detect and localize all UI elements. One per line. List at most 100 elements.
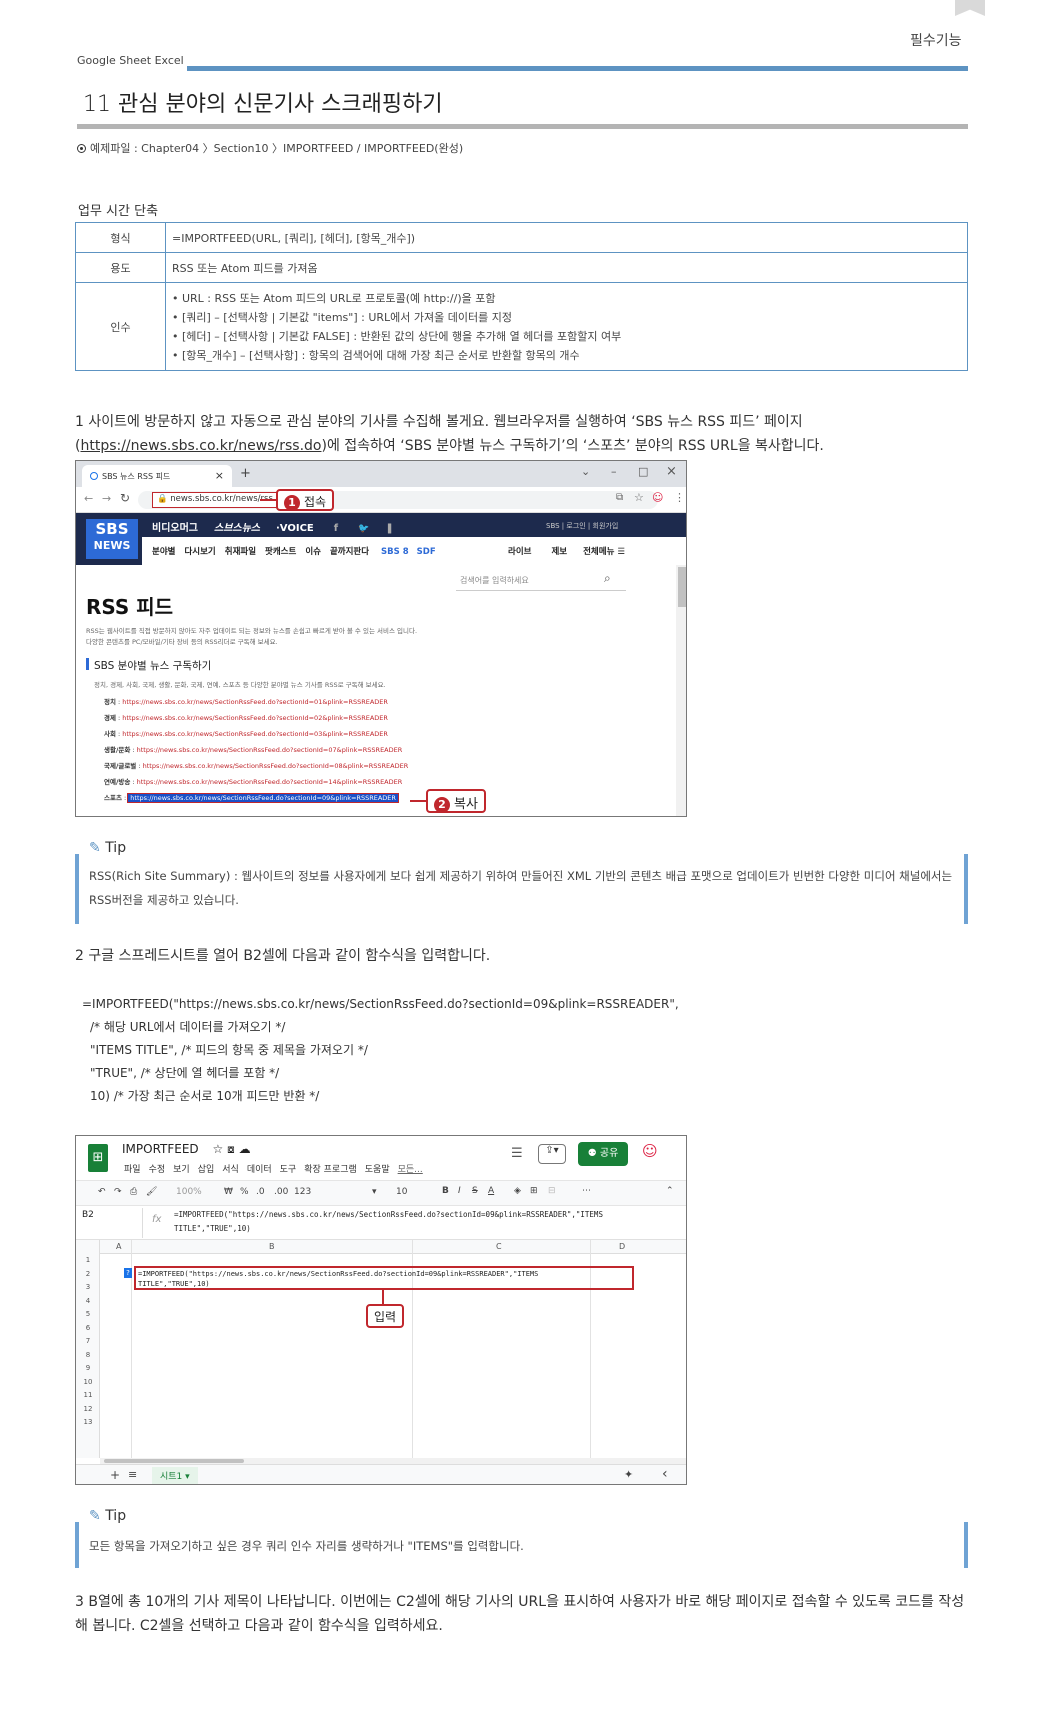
minimize-icon[interactable]: –	[611, 465, 617, 478]
report-link[interactable]: 제보	[551, 547, 567, 557]
row-header[interactable]: 11	[78, 1389, 98, 1403]
cloud-icon[interactable]: ☁	[239, 1142, 251, 1156]
collapse-icon[interactable]: ‹	[662, 1466, 668, 1482]
row-header[interactable]: 13	[78, 1416, 98, 1430]
italic-icon[interactable]: I	[458, 1186, 461, 1196]
search-input[interactable]: 검색어를 입력하세요	[456, 571, 626, 591]
nav-item[interactable]: 분야별	[152, 547, 175, 557]
column-header[interactable]: C	[496, 1242, 502, 1251]
name-box[interactable]: B2	[82, 1210, 94, 1220]
fill-color-icon[interactable]: ◈	[514, 1186, 521, 1196]
doc-title[interactable]: IMPORTFEED ☆ ⧇ ☁	[122, 1142, 251, 1157]
column-header[interactable]: D	[619, 1242, 625, 1251]
undo-icon[interactable]: ↶	[98, 1187, 106, 1197]
row-header[interactable]: 4	[78, 1295, 98, 1309]
borders-icon[interactable]: ⊞	[530, 1186, 538, 1196]
bold-icon[interactable]: B	[442, 1186, 449, 1196]
text-color-icon[interactable]: A	[488, 1186, 494, 1196]
nav-item[interactable]: 비디오머그	[152, 523, 198, 534]
rss-link[interactable]: https://news.sbs.co.kr/news/rss.do	[80, 438, 321, 454]
menu-icon[interactable]: ⋮	[674, 491, 685, 504]
comment-icon[interactable]: ☰	[511, 1146, 523, 1161]
more-formats[interactable]: 123	[294, 1187, 311, 1197]
browser-tab[interactable]: SBS 뉴스 RSS 피드 ×	[82, 465, 232, 487]
feed-url[interactable]: https://news.sbs.co.kr/news/SectionRssFe…	[137, 778, 403, 786]
print-icon[interactable]: ⎙	[130, 1187, 137, 1197]
sheet-tab[interactable]: 시트1 ▾	[152, 1467, 198, 1484]
feed-url-selected[interactable]: https://news.sbs.co.kr/news/SectionRssFe…	[127, 793, 399, 803]
chevron-up-icon[interactable]: ⌃	[666, 1186, 674, 1196]
decrease-decimal[interactable]: .0	[256, 1187, 265, 1197]
avatar[interactable]: ☺	[642, 1142, 658, 1160]
feed-url[interactable]: https://news.sbs.co.kr/news/SectionRssFe…	[122, 730, 388, 738]
menu-item[interactable]: 보기	[173, 1165, 190, 1175]
nav-item[interactable]: 끝까지판다	[330, 547, 369, 557]
zoom-select[interactable]: 100%	[176, 1187, 202, 1197]
row-header[interactable]: 10	[78, 1376, 98, 1390]
explore-icon[interactable]: ✦	[624, 1468, 633, 1481]
move-icon[interactable]: ⧇	[227, 1142, 235, 1156]
forward-icon[interactable]: →	[102, 492, 111, 505]
cell-b2-editor[interactable]: =IMPORTFEED("https://news.sbs.co.kr/news…	[134, 1266, 634, 1290]
all-menu-link[interactable]: 전체메뉴	[583, 547, 614, 557]
column-header[interactable]: B	[269, 1242, 275, 1251]
close-window-icon[interactable]: ×	[666, 464, 677, 479]
star-icon[interactable]: ☆	[634, 491, 644, 504]
feed-url[interactable]: https://news.sbs.co.kr/news/SectionRssFe…	[137, 746, 403, 754]
back-icon[interactable]: ←	[84, 492, 93, 505]
feed-url[interactable]: https://news.sbs.co.kr/news/SectionRssFe…	[122, 698, 388, 706]
column-header[interactable]: A	[116, 1242, 121, 1251]
reload-icon[interactable]: ↻	[120, 491, 130, 505]
feed-url[interactable]: https://news.sbs.co.kr/news/SectionRssFe…	[122, 714, 388, 722]
twitter-icon[interactable]: 🐦	[358, 524, 369, 534]
row-header[interactable]: 9	[78, 1362, 98, 1376]
nav-item[interactable]: 팟캐스트	[265, 547, 296, 557]
nav-item[interactable]: 이슈	[305, 547, 321, 557]
menu-item[interactable]: 서식	[222, 1165, 239, 1175]
all-sheets-button[interactable]: ≡	[128, 1468, 137, 1481]
strikethrough-icon[interactable]: S	[472, 1186, 478, 1196]
live-link[interactable]: 라이브	[508, 547, 531, 557]
row-header[interactable]: 12	[78, 1403, 98, 1417]
sbs-logo[interactable]: SBS NEWS	[86, 519, 138, 559]
scrollbar-thumb[interactable]	[104, 1459, 244, 1463]
menu-item[interactable]: 파일	[124, 1165, 141, 1175]
search-icon[interactable]: ⌕	[604, 571, 611, 586]
redo-icon[interactable]: ↷	[114, 1187, 122, 1197]
menu-item[interactable]: 도움말	[365, 1165, 390, 1175]
row-header[interactable]: 2	[78, 1268, 98, 1282]
row-header[interactable]: 3	[78, 1281, 98, 1295]
close-icon[interactable]: ×	[215, 469, 224, 482]
row-header[interactable]: 7	[78, 1335, 98, 1349]
sbs8-logo-icon[interactable]: SBS 8	[381, 547, 409, 557]
new-tab-button[interactable]: +	[240, 466, 251, 481]
menu-item[interactable]: 확장 프로그램	[304, 1165, 357, 1175]
formula-input[interactable]: =IMPORTFEED("https://news.sbs.co.kr/news…	[174, 1208, 603, 1236]
present-button[interactable]: ⇪▾	[538, 1144, 566, 1164]
row-header[interactable]: 1	[78, 1254, 98, 1268]
share-icon[interactable]: ⧉	[616, 492, 623, 503]
menu-item[interactable]: 수정	[149, 1165, 166, 1175]
font-size-select[interactable]: 10	[396, 1187, 407, 1197]
menu-item[interactable]: 데이터	[247, 1165, 272, 1175]
facebook-icon[interactable]: f	[334, 523, 338, 534]
top-right-links[interactable]: SBS | 로그인 | 회원가입	[546, 521, 618, 531]
add-sheet-button[interactable]: +	[110, 1468, 120, 1482]
nav-item[interactable]: 다시보기	[184, 547, 215, 557]
more-icon[interactable]: ⋯	[582, 1186, 591, 1196]
blog-icon[interactable]: ❚	[385, 523, 393, 534]
share-button[interactable]: ⚉ 공유	[578, 1142, 628, 1166]
sheets-logo-icon[interactable]: ⊞	[88, 1144, 108, 1172]
star-icon[interactable]: ☆	[213, 1142, 224, 1156]
nav-item[interactable]: ·VOICE	[276, 523, 314, 534]
nav-item[interactable]: 취재파일	[225, 547, 256, 557]
profile-icon[interactable]: ☺	[652, 491, 663, 504]
formula-hint-icon[interactable]: ?	[124, 1268, 132, 1278]
row-header[interactable]: 6	[78, 1322, 98, 1336]
menu-item[interactable]: 모든...	[398, 1165, 423, 1175]
increase-decimal[interactable]: .00	[274, 1187, 288, 1197]
maximize-icon[interactable]: □	[638, 465, 648, 478]
row-header[interactable]: 5	[78, 1308, 98, 1322]
percent-format[interactable]: %	[240, 1187, 249, 1197]
paint-format-icon[interactable]: 🖌	[146, 1187, 157, 1197]
